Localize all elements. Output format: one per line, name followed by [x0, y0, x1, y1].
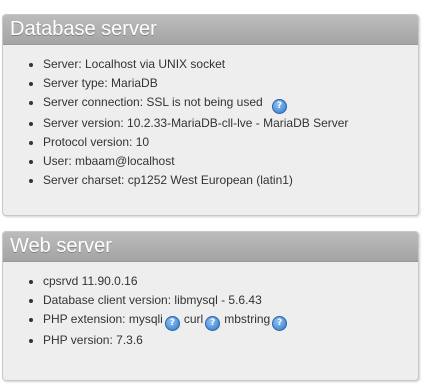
- web-server-title: Web server: [3, 232, 418, 262]
- help-icon[interactable]: ?: [205, 316, 221, 331]
- list-item-server-connection: Server connection: SSL is not being used…: [43, 93, 418, 114]
- help-icon[interactable]: ?: [272, 316, 288, 331]
- php-extension-curl: curl: [183, 312, 204, 326]
- list-item-server-charset: Server charset: cp1252 West European (la…: [43, 171, 418, 190]
- list-item-database-client: Database client version: libmysql - 5.6.…: [43, 291, 418, 310]
- database-server-list: Server: Localhost via UNIX socket Server…: [3, 45, 418, 190]
- database-server-title: Database server: [3, 15, 418, 45]
- list-item-protocol-version: Protocol version: 10: [43, 133, 418, 152]
- web-server-panel: Web server cpsrvd 11.90.0.16 Database cl…: [2, 231, 419, 381]
- php-extension-mbstring: mbstring: [224, 312, 271, 326]
- list-item-php-extension: PHP extension: mysqli?curl?mbstring?: [43, 310, 418, 331]
- help-icon[interactable]: ?: [164, 316, 180, 331]
- database-server-panel: Database server Server: Localhost via UN…: [2, 14, 419, 216]
- list-item-php-version: PHP version: 7.3.6: [43, 331, 418, 350]
- web-server-list: cpsrvd 11.90.0.16 Database client versio…: [3, 262, 418, 350]
- php-extension-mysqli: mysqli: [128, 312, 163, 326]
- server-connection-text: Server connection: SSL is not being used: [43, 95, 263, 109]
- list-item-server-type: Server type: MariaDB: [43, 74, 418, 93]
- list-item-server-version: Server version: 10.2.33-MariaDB-cll-lve …: [43, 114, 418, 133]
- php-extension-label: PHP extension:: [43, 312, 126, 326]
- list-item-cpsrvd: cpsrvd 11.90.0.16: [43, 272, 418, 291]
- list-item-server: Server: Localhost via UNIX socket: [43, 55, 418, 74]
- list-item-user: User: mbaam@localhost: [43, 152, 418, 171]
- help-icon[interactable]: ?: [272, 99, 288, 114]
